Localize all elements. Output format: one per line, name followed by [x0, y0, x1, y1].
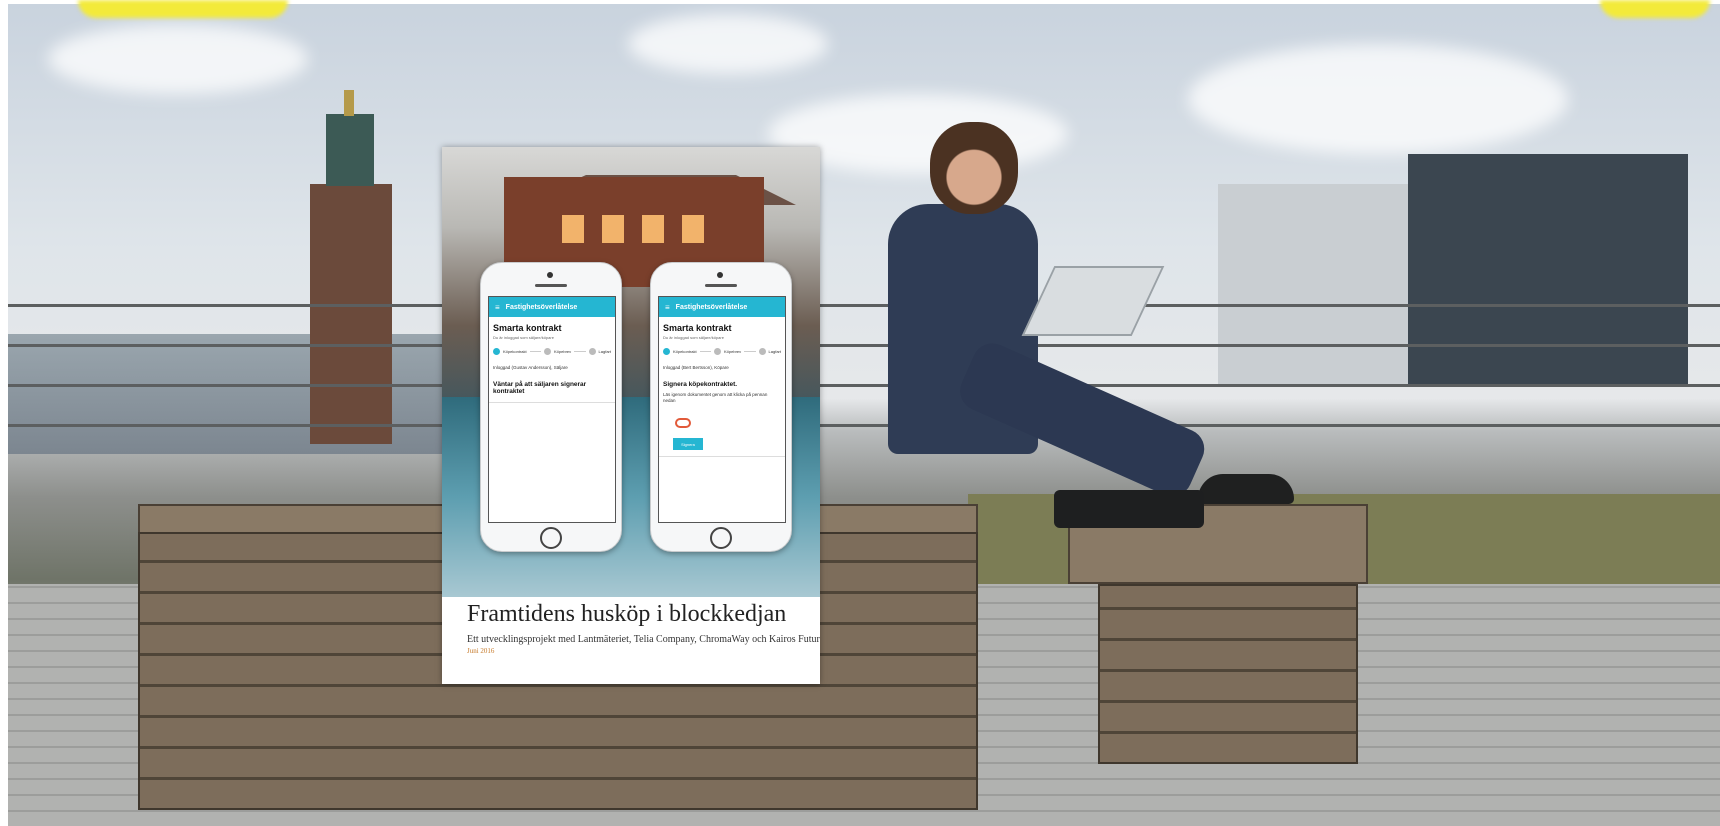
railing — [8, 384, 1720, 387]
sign-button[interactable]: Signera — [673, 438, 703, 450]
railing — [8, 424, 1720, 427]
home-button[interactable] — [710, 527, 732, 549]
house-window — [562, 215, 584, 243]
step-dot-icon — [544, 348, 551, 355]
hamburger-icon[interactable]: ≡ — [665, 303, 670, 312]
background-photo — [8, 4, 1720, 826]
stepper: Köpekontrakt Köpebrev Lagfart — [659, 342, 785, 361]
speaker-icon — [705, 284, 737, 287]
laptop — [1021, 266, 1165, 336]
house-window — [642, 215, 664, 243]
hamburger-icon[interactable]: ≡ — [495, 303, 500, 312]
step-label: Lagfart — [598, 349, 611, 354]
step-dot-icon — [588, 348, 596, 355]
app-bar-title: Fastighetsöverlåtelse — [675, 303, 748, 311]
step-line — [699, 351, 711, 352]
camera-icon — [717, 272, 723, 278]
divider — [659, 456, 785, 457]
paperclip-icon[interactable] — [675, 418, 691, 428]
home-button[interactable] — [540, 527, 562, 549]
step-dot-icon — [663, 348, 670, 355]
step-label: Köpekontrakt — [503, 349, 527, 354]
glass-building — [1408, 154, 1688, 384]
cover-photo: ≡ Fastighetsöverlåtelse Smarta kontrakt … — [442, 147, 820, 597]
instruction-text: Läs igenom dokumentet genom att klicka p… — [663, 392, 768, 404]
step-label: Köpebrev — [554, 349, 572, 354]
app-subtitle: Du är inloggad som säljare/köpare — [493, 335, 554, 340]
app-title: Smarta kontrakt — [493, 323, 562, 333]
railing — [8, 304, 1720, 307]
report-cover: ≡ Fastighetsöverlåtelse Smarta kontrakt … — [442, 147, 820, 684]
login-info: Inloggad (Bert Bertsson), Köpare — [663, 365, 729, 370]
phone-screen: ≡ Fastighetsöverlåtelse Smarta kontrakt … — [488, 296, 616, 523]
camera-icon — [547, 272, 553, 278]
yellow-highlight — [78, 0, 288, 18]
railing — [8, 344, 1720, 347]
phone-buyer: ≡ Fastighetsöverlåtelse Smarta kontrakt … — [650, 262, 792, 552]
cloud — [48, 24, 308, 94]
status-heading: Väntar på att säljaren signerar kontrakt… — [493, 380, 587, 396]
step-line — [744, 351, 756, 352]
step-line — [529, 351, 541, 352]
speaker-icon — [535, 284, 567, 287]
step-line — [574, 351, 586, 352]
person-head — [930, 122, 1018, 214]
phone-seller: ≡ Fastighetsöverlåtelse Smarta kontrakt … — [480, 262, 622, 552]
step-label: Köpebrev — [724, 349, 742, 354]
report-date: Juni 2016 — [467, 647, 495, 655]
step-dot-icon — [758, 348, 766, 355]
step-dot-icon — [493, 348, 500, 355]
house-window — [682, 215, 704, 243]
stepper: Köpekontrakt Köpebrev Lagfart — [489, 342, 615, 361]
report-subtitle: Ett utvecklingsprojekt med Lantmäteriet,… — [467, 634, 820, 645]
report-title: Framtidens husköp i blockkedjan — [467, 601, 787, 627]
city-hall-tower — [310, 184, 392, 444]
cloud — [1188, 44, 1568, 154]
shoe — [1198, 474, 1294, 504]
login-info: Inloggad (Gustav Andersson), Säljare — [493, 365, 568, 370]
app-bar: ≡ Fastighetsöverlåtelse — [659, 297, 785, 317]
step-dot-icon — [714, 348, 721, 355]
house-window — [602, 215, 624, 243]
divider — [489, 401, 615, 403]
app-title: Smarta kontrakt — [663, 323, 732, 333]
app-bar: ≡ Fastighetsöverlåtelse — [489, 297, 615, 317]
step-label: Lagfart — [768, 349, 781, 354]
app-subtitle: Du är inloggad som säljare/köpare — [663, 335, 724, 340]
phone-screen: ≡ Fastighetsöverlåtelse Smarta kontrakt … — [658, 296, 786, 523]
wooden-bench-small — [1098, 584, 1358, 764]
yellow-highlight — [1600, 0, 1710, 18]
step-label: Köpekontrakt — [673, 349, 697, 354]
building — [1218, 184, 1408, 384]
cloud — [628, 14, 828, 74]
status-heading: Signera köpekontraktet. — [663, 380, 738, 388]
briefcase — [1054, 490, 1204, 528]
tower-top — [326, 114, 374, 186]
app-bar-title: Fastighetsöverlåtelse — [505, 303, 578, 311]
tower-spire — [344, 90, 354, 116]
